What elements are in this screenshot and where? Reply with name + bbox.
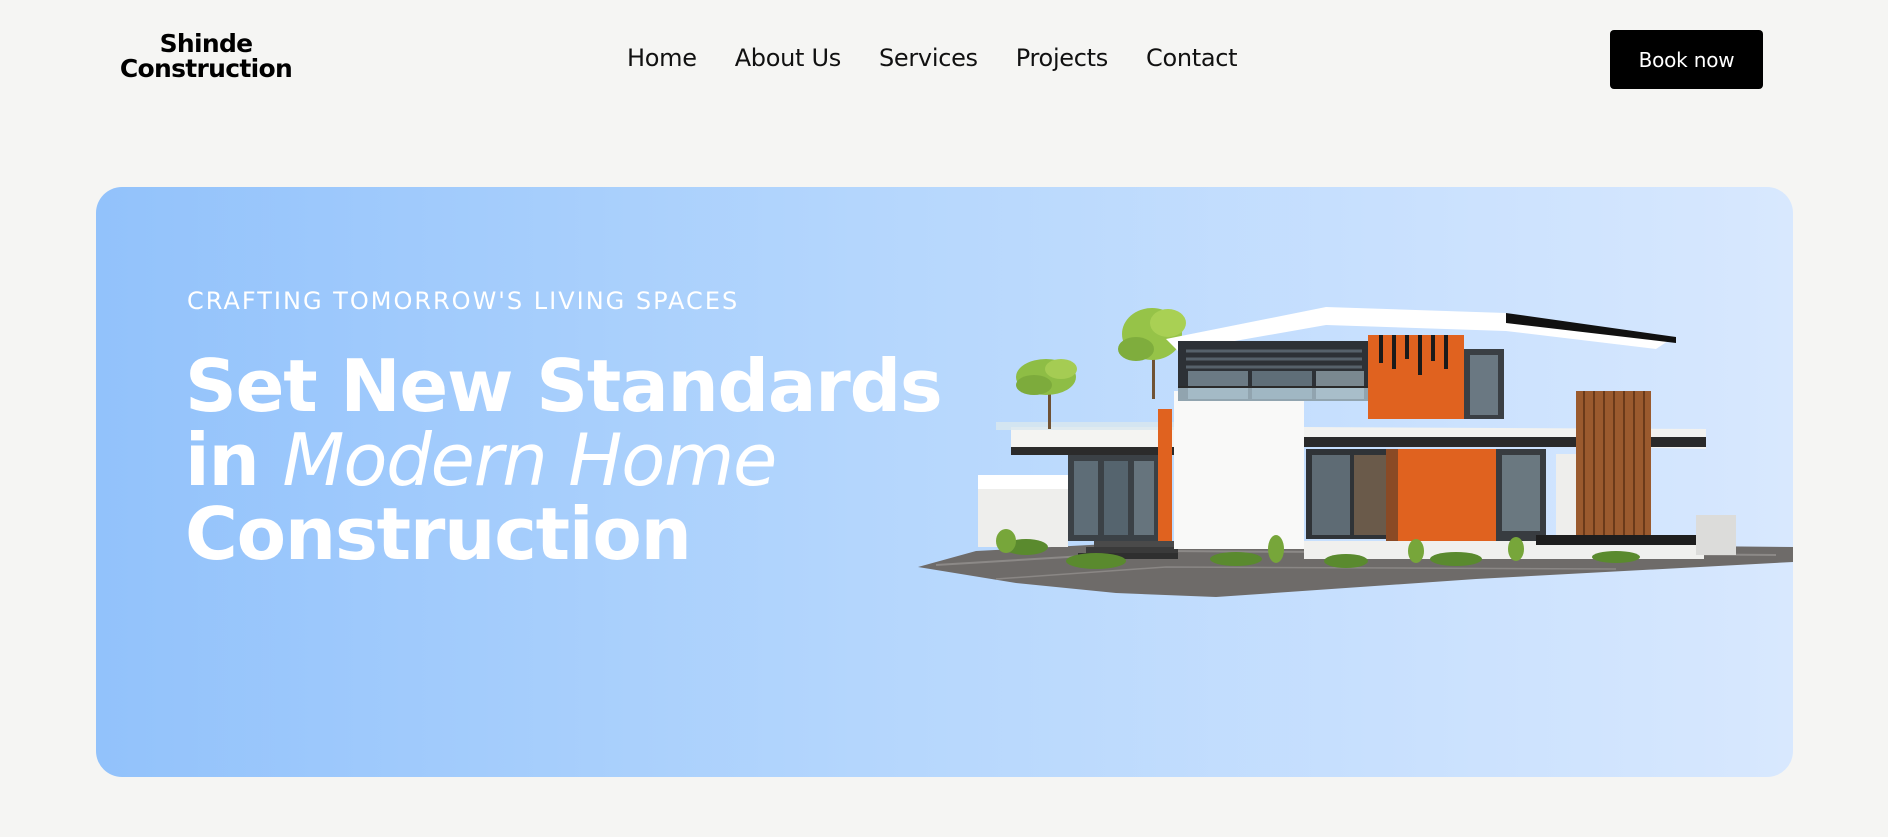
- hero-banner: CRAFTING TOMORROW'S LIVING SPACES Set Ne…: [96, 187, 1793, 777]
- headline-emphasis: Modern Home: [282, 418, 777, 502]
- headline-line-2: in Modern Home: [185, 423, 942, 497]
- modern-house-image: [918, 307, 1793, 597]
- headline-line-1: Set New Standards: [185, 344, 943, 428]
- book-now-button[interactable]: Book now: [1610, 30, 1763, 89]
- site-header: Shinde Construction Home About Us Servic…: [0, 0, 1888, 120]
- nav-contact[interactable]: Contact: [1146, 44, 1238, 72]
- nav-home[interactable]: Home: [627, 44, 697, 72]
- headline-line-3: Construction: [185, 492, 692, 576]
- headline-line-2-prefix: in: [185, 418, 283, 502]
- nav-services[interactable]: Services: [879, 44, 978, 72]
- nav-about-us[interactable]: About Us: [735, 44, 842, 72]
- tree-right: [1118, 308, 1186, 399]
- logo-line-1: Shinde: [159, 29, 254, 58]
- hero-eyebrow: CRAFTING TOMORROW'S LIVING SPACES: [187, 287, 740, 315]
- hero-headline: Set New Standards in Modern Home Constru…: [185, 344, 943, 576]
- logo-line-2: Construction: [119, 54, 293, 83]
- main-nav: Home About Us Services Projects Contact: [627, 40, 1238, 76]
- site-logo[interactable]: Shinde Construction: [116, 31, 296, 81]
- tree-left: [1016, 359, 1077, 429]
- nav-projects[interactable]: Projects: [1016, 44, 1109, 72]
